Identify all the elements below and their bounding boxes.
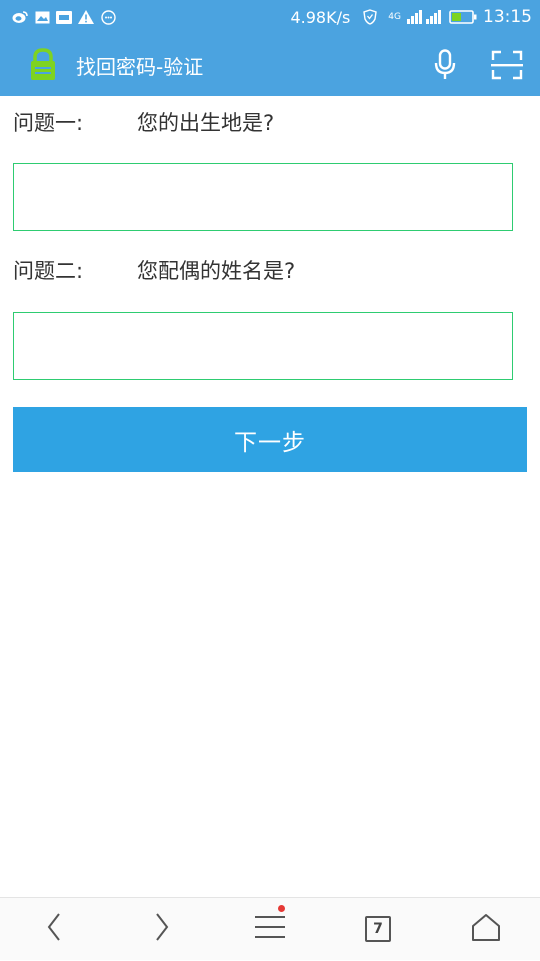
lehe-icon: [56, 9, 72, 25]
header-actions: [428, 48, 524, 82]
question-one-label: 问题一:: [13, 111, 84, 135]
back-icon: [46, 912, 62, 946]
network-type: 4G: [388, 12, 401, 22]
menu-icon: [255, 914, 285, 944]
back-button[interactable]: [0, 898, 108, 961]
warning-icon: [78, 9, 94, 25]
menu-badge: [278, 904, 285, 912]
lock-icon: [28, 48, 58, 82]
status-indicators: 4.98K/s 4G 13:15: [290, 7, 532, 27]
tabs-button[interactable]: 7: [324, 898, 432, 961]
battery-icon: [449, 9, 477, 25]
question-two-label: 问题二:: [13, 259, 84, 283]
forward-button[interactable]: [108, 898, 216, 961]
browser-bottom-nav: 7: [0, 897, 540, 960]
image-icon: [34, 9, 50, 25]
scan-icon[interactable]: [490, 48, 524, 82]
menu-button[interactable]: [216, 898, 324, 961]
page-title: 找回密码-验证: [76, 54, 204, 79]
microphone-icon[interactable]: [428, 48, 462, 82]
home-icon: [471, 913, 501, 945]
signal-icon: [407, 9, 443, 25]
net-speed: 4.98K/s: [290, 7, 351, 27]
forward-icon: [154, 912, 170, 946]
weibo-icon: [12, 9, 28, 25]
app-header: 找回密码-验证: [0, 34, 540, 96]
shield-icon: [362, 9, 378, 25]
chat-icon: [100, 9, 116, 25]
answer-one-input[interactable]: [13, 163, 513, 231]
answer-two-input[interactable]: [13, 312, 513, 380]
next-step-button[interactable]: 下一步: [13, 407, 527, 472]
question-two-row: 问题二: 您配偶的姓名是?: [13, 245, 295, 295]
clock: 13:15: [483, 7, 532, 27]
notification-icons: [12, 9, 116, 25]
question-two-text: 您配偶的姓名是?: [137, 259, 296, 283]
home-button[interactable]: [432, 898, 540, 961]
status-bar: 4.98K/s 4G 13:15: [0, 0, 540, 34]
tabs-icon: 7: [365, 916, 391, 942]
question-one-row: 问题一: 您的出生地是?: [13, 97, 274, 147]
question-one-text: 您的出生地是?: [137, 111, 275, 135]
